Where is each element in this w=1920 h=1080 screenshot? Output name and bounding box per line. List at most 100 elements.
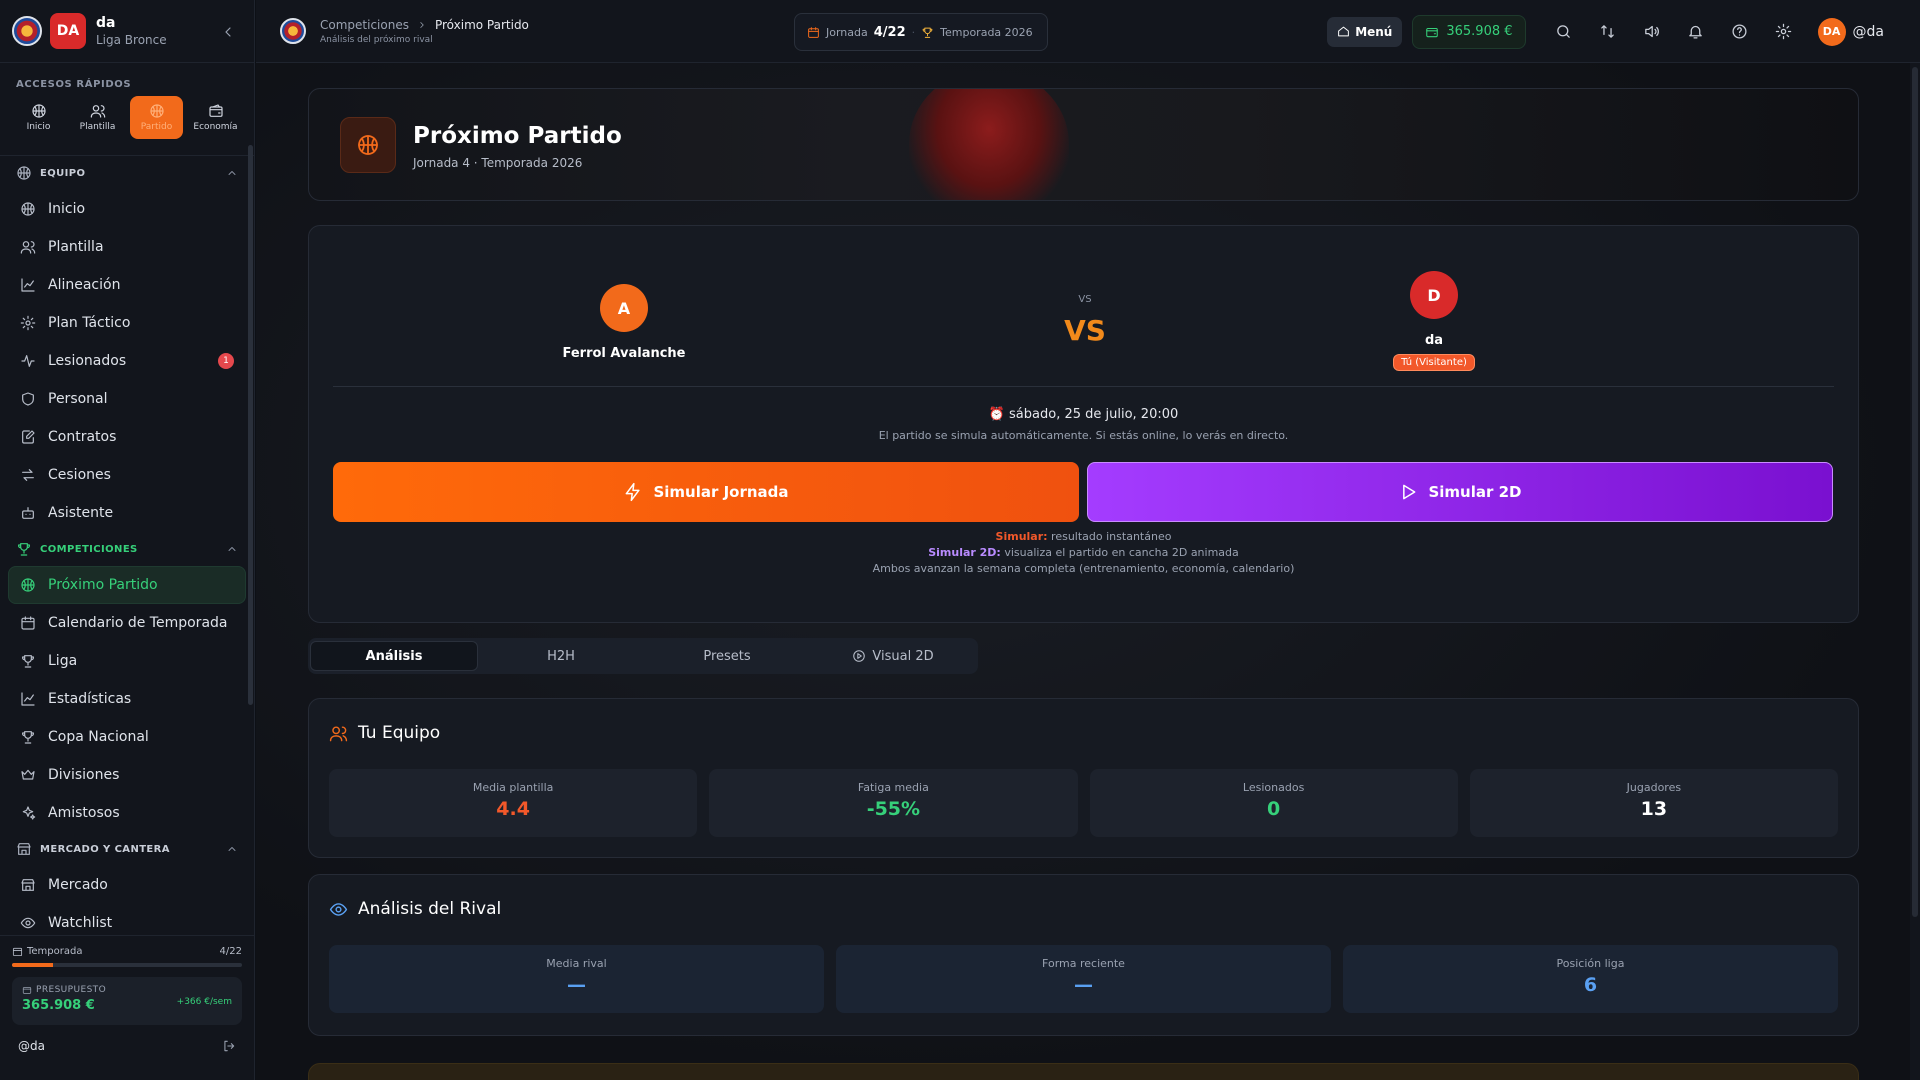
- sidebar-item-label: Lesionados: [48, 353, 127, 369]
- menu-button[interactable]: Menú: [1327, 16, 1403, 47]
- group-mercado[interactable]: Mercado y cantera: [0, 832, 254, 866]
- team-stats: Media plantilla 4.4 Fatiga media -55% Lesi…: [329, 769, 1838, 837]
- stat-value: 6: [1583, 974, 1598, 996]
- page-scrollbar[interactable]: [1910, 63, 1920, 1080]
- sidebar-header: DA da Liga Bronce: [0, 0, 254, 63]
- sidebar-item-label: Alineación: [48, 277, 121, 293]
- sidebar-username: @da: [18, 1039, 45, 1053]
- sidebar-item-label: Watchlist: [48, 915, 113, 931]
- help-icon[interactable]: [1718, 23, 1762, 40]
- simulate-round-button[interactable]: Simular Jornada: [333, 462, 1079, 522]
- volume-icon[interactable]: [1630, 23, 1674, 40]
- sidebar-item-lesionados[interactable]: Lesionados 1: [8, 342, 246, 380]
- quick-access-title: Accesos rápidos: [16, 79, 132, 90]
- vs-small-label: VS: [1078, 294, 1092, 305]
- vs-label: VS: [1064, 314, 1106, 347]
- club-league: Liga Bronce: [96, 33, 167, 47]
- sidebar-item-mercado[interactable]: Mercado: [8, 866, 246, 904]
- basketball-icon: [340, 117, 396, 173]
- breadcrumb-parent[interactable]: Competiciones: [320, 18, 409, 32]
- sidebar-item-inicio[interactable]: Inicio: [8, 190, 246, 228]
- logout-icon[interactable]: [222, 1039, 236, 1053]
- jornada-pill[interactable]: Jornada 4/22 · Temporada 2026: [794, 13, 1048, 51]
- tab-label: Análisis: [365, 648, 423, 664]
- stat-value: 0: [1267, 798, 1281, 820]
- basketball-icon: [21, 202, 35, 216]
- legend-2d-text: visualiza el partido en cancha 2D animad…: [1000, 546, 1239, 559]
- gear-icon[interactable]: [1762, 23, 1806, 40]
- line-chart-icon: [21, 278, 35, 292]
- sidebar-item-proximo-partido[interactable]: Próximo Partido: [8, 566, 246, 604]
- collapse-sidebar-icon[interactable]: [220, 24, 236, 40]
- sidebar-item-alineacion[interactable]: Alineación: [8, 266, 246, 304]
- jornada-value: 4/22: [873, 24, 906, 40]
- away-team-name: da: [1424, 333, 1444, 348]
- tab-h2h[interactable]: H2H: [478, 641, 644, 671]
- sidebar-item-amistosos[interactable]: Amistosos: [8, 794, 246, 832]
- robot-icon: [22, 507, 34, 519]
- quick-economia-button[interactable]: Economía: [189, 96, 242, 139]
- sidebar-scrollbar[interactable]: [248, 145, 253, 705]
- sidebar-item-watchlist[interactable]: Watchlist: [8, 904, 246, 935]
- sidebar-item-label: Personal: [48, 391, 108, 407]
- sidebar-item-label: Asistente: [48, 505, 114, 521]
- rival-section-title: Análisis del Rival: [358, 899, 502, 919]
- home-team-logo: A: [600, 284, 648, 332]
- tab-presets[interactable]: Presets: [644, 641, 810, 671]
- chevron-up-icon: [228, 547, 236, 551]
- sidebar-item-label: Calendario de Temporada: [48, 615, 228, 631]
- analysis-tabs: Análisis H2H Presets Visual 2D: [308, 638, 978, 674]
- sidebar-item-personal[interactable]: Personal: [8, 380, 246, 418]
- sidebar-item-label: Inicio: [48, 201, 86, 217]
- sidebar-item-divisiones[interactable]: Divisiones: [8, 756, 246, 794]
- quick-plantilla-button[interactable]: Plantilla: [71, 96, 124, 139]
- legend-sim-key: Simular:: [995, 530, 1048, 543]
- eye-icon: [20, 917, 36, 929]
- simulate-2d-button[interactable]: Simular 2D: [1087, 462, 1833, 522]
- quick-inicio-button[interactable]: Inicio: [12, 96, 65, 139]
- visitor-tag: Tú (Visitante): [1393, 354, 1475, 371]
- topbar: Competiciones Próximo Partido Análisis d…: [256, 0, 1920, 63]
- hero-background-image: [909, 89, 1069, 200]
- sidebar-item-asistente[interactable]: Asistente: [8, 494, 246, 532]
- menu-label: Menú: [1355, 24, 1393, 39]
- avatar[interactable]: DA: [1817, 17, 1846, 46]
- sidebar-item-plan-tactico[interactable]: Plan Táctico: [8, 304, 246, 342]
- match-card: A Ferrol Avalanche VS VS D da Tú (Visita…: [308, 225, 1859, 623]
- money-button[interactable]: 365.908 €: [1412, 14, 1526, 49]
- sidebar-item-label: Mercado: [48, 877, 108, 893]
- group-equipo[interactable]: Equipo: [0, 156, 254, 190]
- sidebar-item-contratos[interactable]: Contratos: [8, 418, 246, 456]
- tab-analisis[interactable]: Análisis: [310, 641, 478, 671]
- search-icon[interactable]: [1542, 23, 1586, 40]
- trophy-icon: [21, 655, 35, 668]
- sidebar-item-cesiones[interactable]: Cesiones: [8, 456, 246, 494]
- sidebar-item-plantilla[interactable]: Plantilla: [8, 228, 246, 266]
- season-progress-bar: [12, 963, 242, 967]
- group-competiciones[interactable]: Competiciones: [0, 532, 254, 566]
- group-competiciones-label: Competiciones: [40, 543, 138, 555]
- money-value: 365.908 €: [1446, 24, 1513, 39]
- topbar-username[interactable]: @da: [1853, 24, 1884, 40]
- tab-visual-2d[interactable]: Visual 2D: [810, 641, 976, 671]
- transfer-icon[interactable]: [1586, 23, 1630, 40]
- sidebar-item-calendario[interactable]: Calendario de Temporada: [8, 604, 246, 642]
- users-icon: [20, 241, 36, 254]
- sidebar-nav: Equipo Inicio Plantilla Alineación Plan …: [0, 155, 254, 935]
- sidebar-item-copa-nacional[interactable]: Copa Nacional: [8, 718, 246, 756]
- sidebar-item-label: Copa Nacional: [48, 729, 149, 745]
- sidebar-item-label: Plantilla: [48, 239, 104, 255]
- stat-media-rival: Media rival —: [329, 945, 824, 1013]
- sidebar-item-liga[interactable]: Liga: [8, 642, 246, 680]
- sidebar-item-estadisticas[interactable]: Estadísticas: [8, 680, 246, 718]
- stat-value: —: [567, 974, 586, 996]
- page-hero: Próximo Partido Jornada 4 · Temporada 20…: [308, 88, 1859, 201]
- club-name: da: [96, 15, 116, 31]
- bell-icon[interactable]: [1674, 23, 1718, 40]
- home-icon: [1338, 26, 1350, 37]
- club-badge[interactable]: DA: [50, 13, 86, 49]
- stat-value: —: [1074, 974, 1093, 996]
- quick-partido-button[interactable]: Partido: [130, 96, 183, 139]
- trophy-icon: [922, 27, 933, 38]
- shield-icon: [22, 392, 34, 406]
